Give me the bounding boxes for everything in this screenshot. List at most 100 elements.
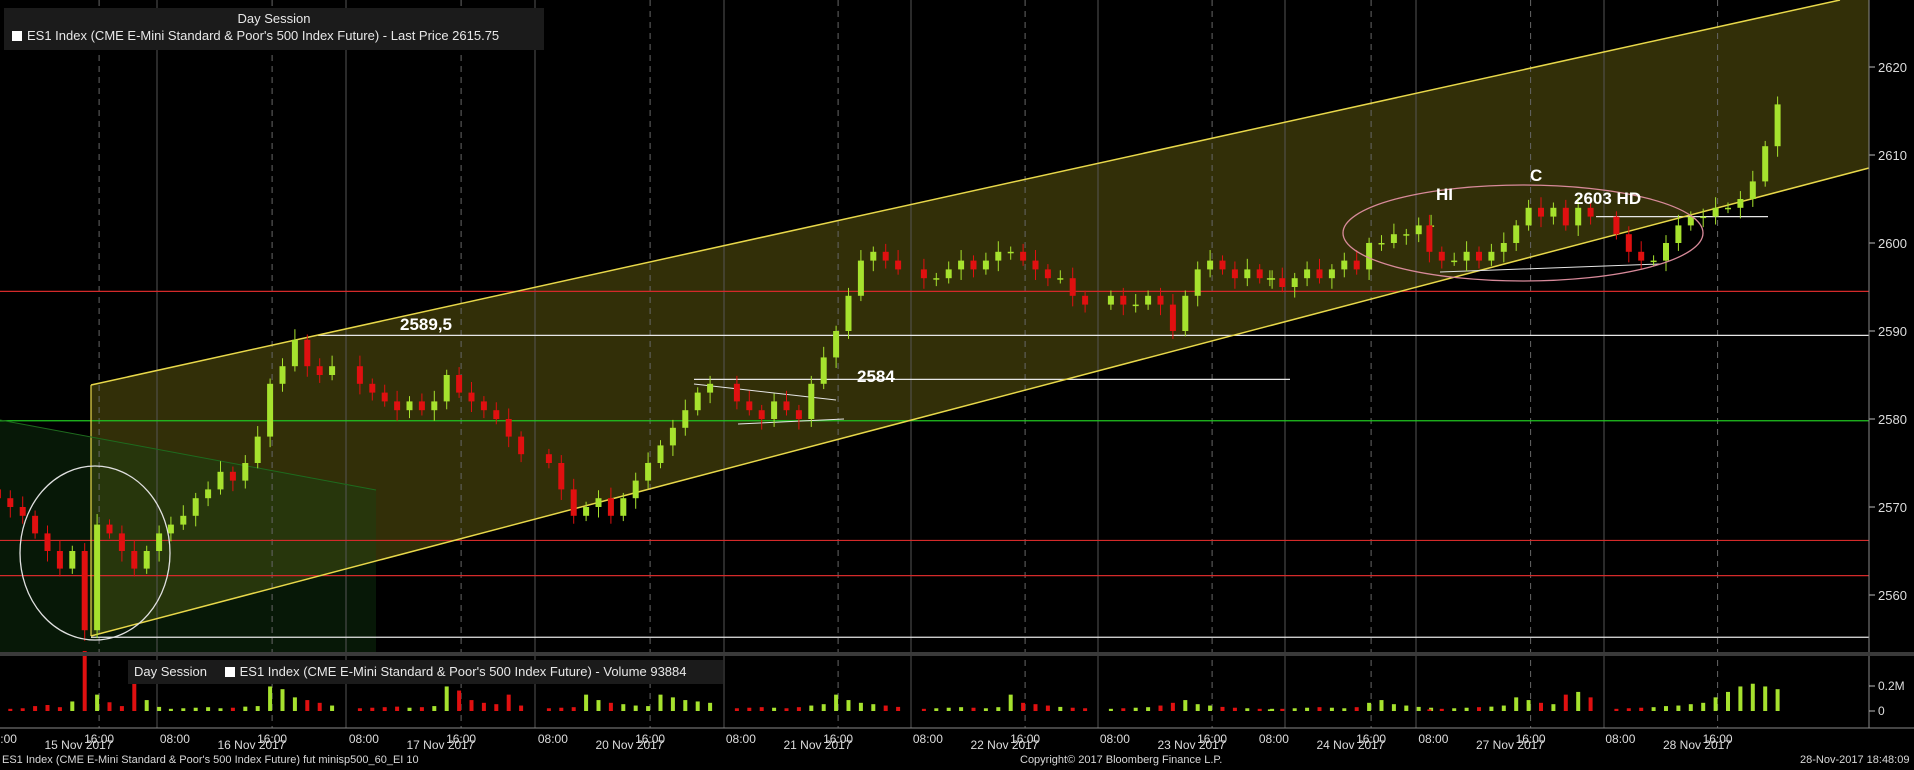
x-axis-date-label: 16 Nov 2017	[217, 738, 285, 752]
volume-bar	[1070, 707, 1075, 711]
volume-bar	[457, 690, 462, 711]
volume-series-swatch	[224, 667, 235, 677]
candle-down	[106, 524, 113, 534]
bloomberg-candlestick-chart: 2589,5 2584 2603 HD HI C 2620 2610 2600 2590 258…	[0, 0, 1914, 770]
volume-bar	[1501, 705, 1506, 711]
candle-down	[758, 410, 765, 419]
candle-up	[1550, 207, 1557, 217]
candle-up	[1390, 234, 1397, 243]
volume-bar	[157, 706, 162, 711]
candle-down	[1638, 251, 1645, 261]
volume-bar	[1317, 707, 1322, 711]
candle-up	[645, 463, 652, 481]
volume-bar	[330, 705, 335, 711]
volume-bar	[834, 694, 839, 711]
volume-bar	[1775, 689, 1780, 711]
volume-bar	[996, 707, 1001, 711]
volume-bar	[584, 694, 589, 711]
volume-bar	[921, 708, 926, 711]
candle-up	[1762, 146, 1769, 182]
candle-down	[970, 260, 977, 270]
candle-down	[1562, 207, 1569, 226]
candle-up	[69, 551, 76, 569]
volume-bar	[1526, 700, 1531, 711]
x-axis-date-label: 27 Nov 2017	[1476, 738, 1544, 752]
candle-up	[1291, 278, 1298, 287]
volume-bar	[280, 689, 285, 711]
candle-down	[304, 339, 311, 367]
y-axis-tick-label: 2620	[1878, 60, 1907, 75]
candle-down	[1625, 234, 1632, 252]
volume-bar	[1427, 709, 1432, 711]
candle-up	[1415, 225, 1422, 235]
candle-up	[808, 383, 815, 419]
volume-bar	[1158, 705, 1163, 711]
volume-bar	[646, 706, 651, 711]
volume-bar	[432, 706, 437, 711]
volume-bar	[1452, 708, 1457, 711]
candle-up	[820, 357, 827, 384]
x-axis-date-label: 15 Nov 2017	[44, 738, 112, 752]
candle-down	[1044, 269, 1051, 279]
candle-down	[32, 515, 39, 534]
candle-up	[192, 498, 199, 516]
volume-bar	[1342, 708, 1347, 711]
candle-up	[958, 260, 965, 270]
footer-timestamp: 28-Nov-2017 18:48:09	[1800, 754, 1910, 766]
candle-up	[329, 366, 336, 375]
volume-bar	[1576, 691, 1581, 711]
candle-down	[1587, 207, 1594, 217]
x-axis-date-label: 22 Nov 2017	[970, 738, 1038, 752]
volume-bar	[1416, 706, 1421, 711]
volume-bar	[243, 706, 248, 711]
candle-up	[180, 515, 187, 525]
candle-up	[870, 251, 877, 261]
volume-bar	[1208, 705, 1213, 711]
candle-down	[518, 436, 525, 455]
volume-bar	[1614, 708, 1619, 711]
volume-bar	[1551, 704, 1556, 711]
candle-up	[1525, 207, 1532, 226]
candle-down	[394, 401, 401, 411]
candle-up	[1500, 243, 1507, 252]
volume-bar	[1701, 702, 1706, 711]
volume-bar	[670, 697, 675, 711]
candle-up	[771, 401, 778, 419]
x-axis-date-label: 21 Nov 2017	[783, 738, 851, 752]
candle-down	[1613, 216, 1620, 235]
candle-up	[1725, 207, 1731, 210]
volume-bar	[559, 707, 564, 711]
candle-down	[493, 410, 500, 419]
candle-up	[1749, 181, 1756, 199]
volume-bar	[1477, 707, 1481, 711]
candle-up	[279, 366, 286, 384]
volume-bar	[255, 706, 260, 711]
volume-session-label: Day Session	[134, 664, 207, 679]
candle-up	[833, 331, 840, 358]
volume-bar	[82, 651, 87, 711]
volume-bar	[1058, 706, 1063, 711]
candle-down	[118, 533, 125, 551]
volume-bar	[45, 705, 50, 711]
volume-bar	[57, 707, 62, 711]
candle-up	[254, 436, 261, 463]
candle-up	[595, 498, 602, 507]
price-annotation-label: C	[1530, 166, 1542, 185]
candle-down	[1256, 269, 1263, 279]
volume-bar	[181, 708, 186, 711]
volume-bar	[144, 700, 149, 711]
volume-legend: Day Session ES1 Index (CME E-Mini Standa…	[128, 660, 723, 684]
x-axis-date-label: 23 Nov 2017	[1157, 738, 1225, 752]
volume-bar	[1763, 686, 1768, 711]
candle-up	[1057, 278, 1064, 280]
candle-up	[1366, 243, 1373, 270]
price-annotation-label: 2584	[857, 367, 895, 386]
price-annotation-label: 2603 HD	[1574, 189, 1641, 208]
candle-down	[1032, 260, 1039, 270]
volume-bar	[107, 702, 112, 711]
volume-bar	[1232, 707, 1237, 711]
candle-up	[694, 392, 701, 411]
volume-bar	[1713, 697, 1718, 711]
x-axis-date-label: 24 Nov 2017	[1316, 738, 1384, 752]
candle-up	[156, 533, 163, 551]
